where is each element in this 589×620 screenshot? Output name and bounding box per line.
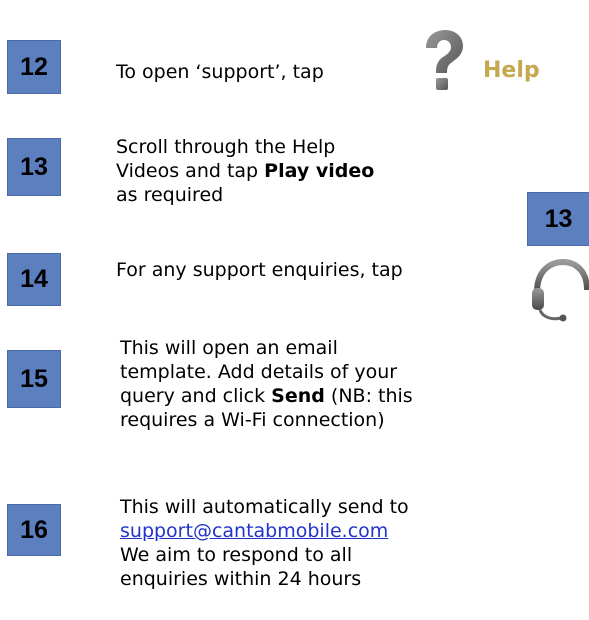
step-16-line-3: We aim to respond to all — [120, 544, 353, 566]
side-step-number-badge: 13 — [527, 192, 589, 246]
step-number-badge: 13 — [7, 138, 61, 196]
step-13-line-2: Videos and tap Play video — [116, 160, 375, 182]
step-15-line-2: template. Add details of your — [120, 361, 398, 383]
step-number-badge: 12 — [7, 40, 61, 94]
question-mark-icon — [426, 30, 463, 90]
step-15-text: This will open an email template. Add de… — [120, 336, 413, 432]
step-13-line-1: Scroll through the Help — [116, 136, 336, 158]
send-label: Send — [271, 385, 325, 407]
step-15-line-1: This will open an email — [120, 337, 338, 359]
step-15-line-3: query and click Send (NB: this — [120, 385, 413, 407]
step-14-text: For any support enquiries, tap — [116, 259, 403, 281]
help-label: Help — [483, 58, 540, 83]
step-number-badge: 14 — [7, 253, 61, 306]
headset-icon[interactable] — [529, 254, 589, 324]
step-13-line-3: as required — [116, 184, 224, 206]
play-video-label: Play video — [264, 160, 375, 182]
step-13-text: Scroll through the Help Videos and tap P… — [116, 135, 374, 207]
step-number-badge: 16 — [7, 504, 61, 556]
step-16-line-1: This will automatically send to — [120, 496, 409, 518]
step-number-badge: 15 — [7, 350, 61, 408]
support-email-link[interactable]: support@cantabmobile.com — [120, 519, 409, 543]
step-12-text: To open ‘support’, tap — [116, 61, 324, 83]
help-button[interactable]: Help — [418, 28, 568, 98]
step-15-line-4: requires a Wi-Fi connection) — [120, 409, 385, 431]
step-16-text: This will automatically send to support@… — [120, 495, 409, 591]
step-16-line-4: enquiries within 24 hours — [120, 568, 362, 590]
